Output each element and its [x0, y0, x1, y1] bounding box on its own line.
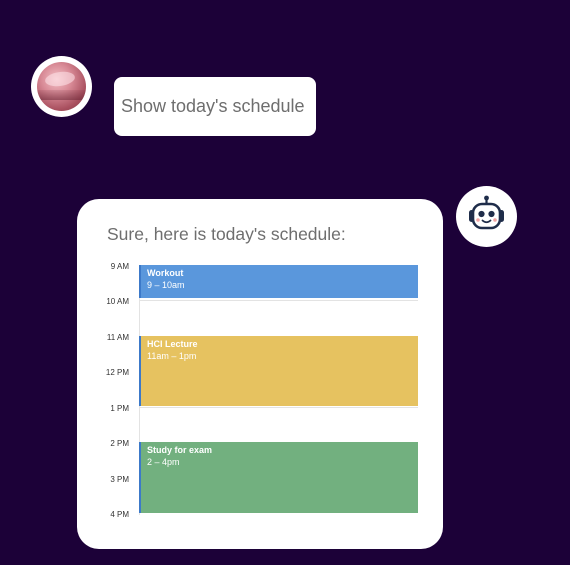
time-label-4pm: 4 PM: [110, 510, 129, 519]
time-label-1pm: 1 PM: [110, 404, 129, 413]
bot-avatar: [456, 186, 517, 247]
event-title: HCI Lecture: [147, 339, 198, 349]
time-label-11am: 11 AM: [106, 333, 129, 342]
event-time: 2 – 4pm: [147, 457, 180, 467]
user-avatar: [31, 56, 92, 117]
schedule-calendar: 9 AM 10 AM 11 AM 12 PM 1 PM 2 PM 3 PM 4 …: [77, 199, 443, 549]
time-label-3pm: 3 PM: [110, 475, 129, 484]
hour-gridline: [139, 300, 418, 301]
user-avatar-image: [37, 62, 86, 111]
user-message-bubble: Show today's schedule: [114, 77, 316, 136]
time-label-9am: 9 AM: [110, 262, 129, 271]
event-title: Workout: [147, 268, 184, 278]
event-workout[interactable]: Workout 9 – 10am: [139, 265, 418, 298]
time-label-12pm: 12 PM: [105, 368, 129, 377]
time-label-2pm: 2 PM: [110, 439, 129, 448]
user-message-text: Show today's schedule: [121, 96, 305, 116]
event-time: 9 – 10am: [147, 280, 185, 290]
event-time: 11am – 1pm: [147, 351, 197, 361]
event-hci-lecture[interactable]: HCI Lecture 11am – 1pm: [139, 336, 418, 406]
robot-icon: [469, 195, 504, 230]
hour-gridline: [139, 407, 418, 408]
event-study-for-exam[interactable]: Study for exam 2 – 4pm: [139, 442, 418, 513]
event-title: Study for exam: [147, 445, 213, 455]
time-label-10am: 10 AM: [106, 297, 129, 306]
bot-message-card: Sure, here is today's schedule: 9 AM 10 …: [77, 199, 443, 549]
